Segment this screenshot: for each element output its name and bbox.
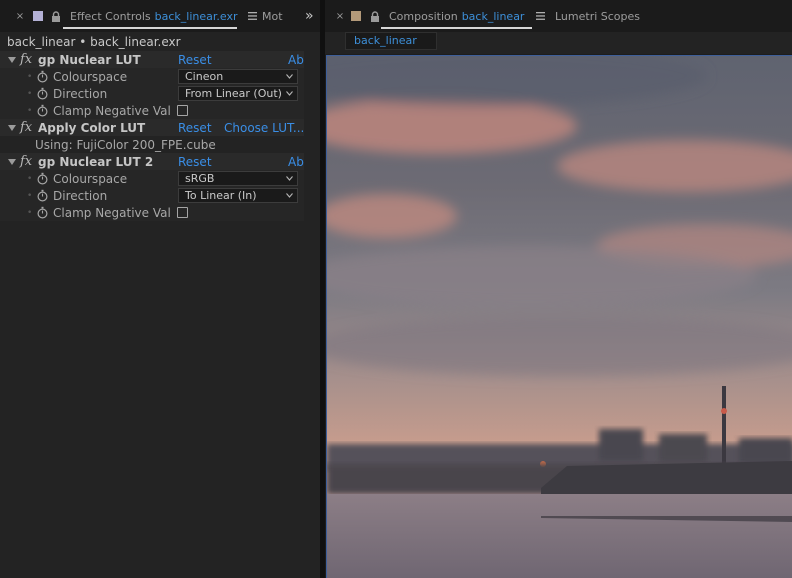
- tab-lumetri-scopes[interactable]: Lumetri Scopes: [555, 0, 640, 32]
- stopwatch-icon[interactable]: [37, 189, 48, 202]
- property-label: Colourspace: [53, 69, 128, 84]
- tab-title: Effect Controls: [70, 9, 151, 23]
- panel-overflow-chevron-icon[interactable]: »: [305, 0, 314, 32]
- lock-icon[interactable]: [370, 10, 380, 22]
- chevron-down-icon: [286, 176, 293, 181]
- property-row-colourspace: • Colourspace sRGB: [0, 170, 304, 187]
- indent-dot: •: [27, 173, 33, 184]
- dropdown-value: sRGB: [185, 172, 215, 185]
- effect-name: gp Nuclear LUT: [38, 52, 141, 67]
- chevron-down-icon: [286, 193, 293, 198]
- active-tab-underline: [63, 27, 237, 29]
- effect-row-gp-nuclear-lut[interactable]: fx gp Nuclear LUT Reset Ab: [0, 51, 304, 68]
- stopwatch-icon[interactable]: [37, 206, 48, 219]
- effect-controls-panel: × Effect Controls back_linear.exr Mot » …: [0, 0, 320, 578]
- dropdown-value: To Linear (In): [185, 189, 257, 202]
- reset-button[interactable]: Reset: [178, 53, 212, 67]
- property-label: Direction: [53, 86, 108, 101]
- twirl-down-icon[interactable]: [8, 56, 16, 63]
- property-label: Clamp Negative Valu: [53, 103, 171, 118]
- indent-dot: •: [27, 105, 33, 116]
- effect-row-apply-color-lut[interactable]: fx Apply Color LUT Reset Choose LUT...: [0, 119, 304, 136]
- layer-header: back_linear • back_linear.exr: [7, 35, 181, 49]
- twirl-down-icon[interactable]: [8, 158, 16, 165]
- hamburger-menu-icon[interactable]: [535, 11, 547, 21]
- indent-dot: •: [27, 207, 33, 218]
- dropdown-value: Cineon: [185, 70, 224, 83]
- composition-tabbar: × Composition back_linear Lumetri Scopes: [325, 0, 792, 32]
- lut-info-text: Using: FujiColor 200_FPE.cube: [35, 137, 216, 152]
- reset-button[interactable]: Reset: [178, 155, 212, 169]
- hamburger-menu-icon[interactable]: [247, 11, 259, 21]
- tab-title: Lumetri Scopes: [555, 9, 641, 23]
- lut-info-row: Using: FujiColor 200_FPE.cube: [0, 136, 304, 153]
- label-color-swatch-icon: [351, 11, 361, 21]
- composition-viewer[interactable]: [326, 55, 792, 578]
- effects-list: fx gp Nuclear LUT Reset Ab • Colourspace…: [0, 51, 304, 221]
- chevron-down-icon: [286, 74, 293, 79]
- fx-toggle-icon[interactable]: fx: [20, 52, 32, 67]
- close-tab-icon[interactable]: ×: [14, 11, 26, 22]
- effect-row-gp-nuclear-lut-2[interactable]: fx gp Nuclear LUT 2 Reset Ab: [0, 153, 304, 170]
- direction-dropdown[interactable]: To Linear (In): [178, 188, 298, 203]
- property-row-direction: • Direction From Linear (Out): [0, 85, 304, 102]
- property-label: Clamp Negative Valu: [53, 205, 171, 220]
- direction-dropdown[interactable]: From Linear (Out): [178, 86, 298, 101]
- colourspace-dropdown[interactable]: Cineon: [178, 69, 298, 84]
- viewer-frame-image: [327, 56, 792, 578]
- property-row-clamp-negative: • Clamp Negative Valu: [0, 204, 304, 221]
- indent-dot: •: [27, 190, 33, 201]
- choose-lut-button[interactable]: Choose LUT...: [224, 121, 304, 135]
- reset-button[interactable]: Reset: [178, 121, 212, 135]
- stopwatch-icon[interactable]: [37, 87, 48, 100]
- dropdown-value: From Linear (Out): [185, 87, 282, 100]
- indent-dot: •: [27, 88, 33, 99]
- stopwatch-icon[interactable]: [37, 172, 48, 185]
- property-row-colourspace: • Colourspace Cineon: [0, 68, 304, 85]
- twirl-down-icon[interactable]: [8, 124, 16, 131]
- property-label: Direction: [53, 188, 108, 203]
- colourspace-dropdown[interactable]: sRGB: [178, 171, 298, 186]
- about-button[interactable]: Ab: [288, 155, 304, 169]
- indent-dot: •: [27, 71, 33, 82]
- tab-motion[interactable]: Mot: [262, 0, 283, 32]
- clamp-negative-checkbox[interactable]: [177, 207, 188, 218]
- stopwatch-icon[interactable]: [37, 70, 48, 83]
- close-tab-icon[interactable]: ×: [334, 11, 346, 22]
- fx-toggle-icon[interactable]: fx: [20, 154, 32, 169]
- tab-file-name: back_linear.exr: [154, 9, 238, 23]
- chevron-down-icon: [286, 91, 293, 96]
- about-button[interactable]: Ab: [288, 53, 304, 67]
- tab-title: Composition: [389, 9, 458, 23]
- stopwatch-icon[interactable]: [37, 104, 48, 117]
- active-tab-underline: [381, 27, 532, 29]
- property-row-direction: • Direction To Linear (In): [0, 187, 304, 204]
- tab-comp-name: back_linear: [461, 9, 525, 23]
- effect-name: gp Nuclear LUT 2: [38, 154, 154, 169]
- fx-toggle-icon[interactable]: fx: [20, 120, 32, 135]
- tab-overflow-label: Mot: [262, 9, 283, 23]
- property-label: Colourspace: [53, 171, 128, 186]
- water: [327, 494, 792, 578]
- composition-panel: × Composition back_linear Lumetri Scopes…: [325, 0, 792, 578]
- clamp-negative-checkbox[interactable]: [177, 105, 188, 116]
- effect-name: Apply Color LUT: [38, 120, 146, 135]
- property-row-clamp-negative: • Clamp Negative Valu: [0, 102, 304, 119]
- comp-breadcrumb-chip[interactable]: back_linear: [345, 32, 437, 50]
- lock-icon[interactable]: [51, 10, 61, 22]
- label-color-swatch-icon: [33, 11, 43, 21]
- effect-controls-tabbar: × Effect Controls back_linear.exr Mot »: [0, 0, 320, 32]
